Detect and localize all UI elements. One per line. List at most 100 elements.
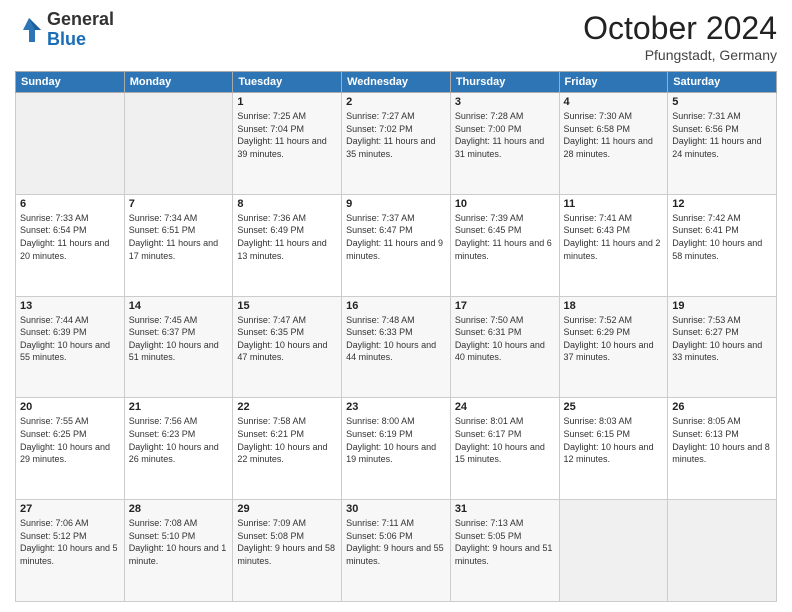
calendar-header-row: Sunday Monday Tuesday Wednesday Thursday… [16, 72, 777, 93]
table-row: 16 Sunrise: 7:48 AM Sunset: 6:33 PM Dayli… [342, 296, 451, 398]
day-number: 20 [20, 401, 120, 413]
day-info: Sunrise: 7:44 AM Sunset: 6:39 PM Dayligh… [20, 314, 120, 364]
day-number: 8 [237, 198, 337, 210]
month-title: October 2024 [583, 10, 777, 47]
day-number: 29 [237, 503, 337, 515]
table-row: 30 Sunrise: 7:11 AM Sunset: 5:06 PM Dayli… [342, 500, 451, 602]
day-info: Sunrise: 7:41 AM Sunset: 6:43 PM Dayligh… [564, 212, 664, 262]
table-row: 31 Sunrise: 7:13 AM Sunset: 5:05 PM Dayli… [450, 500, 559, 602]
table-row: 22 Sunrise: 7:58 AM Sunset: 6:21 PM Dayli… [233, 398, 342, 500]
day-number: 10 [455, 198, 555, 210]
header: General Blue October 2024 Pfungstadt, Ge… [15, 10, 777, 63]
day-info: Sunrise: 7:27 AM Sunset: 7:02 PM Dayligh… [346, 110, 446, 160]
day-info: Sunrise: 7:28 AM Sunset: 7:00 PM Dayligh… [455, 110, 555, 160]
col-monday: Monday [124, 72, 233, 93]
day-number: 26 [672, 401, 772, 413]
day-info: Sunrise: 7:47 AM Sunset: 6:35 PM Dayligh… [237, 314, 337, 364]
day-number: 31 [455, 503, 555, 515]
day-info: Sunrise: 7:06 AM Sunset: 5:12 PM Dayligh… [20, 517, 120, 567]
day-info: Sunrise: 7:09 AM Sunset: 5:08 PM Dayligh… [237, 517, 337, 567]
day-number: 9 [346, 198, 446, 210]
table-row: 24 Sunrise: 8:01 AM Sunset: 6:17 PM Dayli… [450, 398, 559, 500]
day-number: 13 [20, 300, 120, 312]
table-row [16, 93, 125, 195]
day-info: Sunrise: 7:31 AM Sunset: 6:56 PM Dayligh… [672, 110, 772, 160]
day-number: 5 [672, 96, 772, 108]
table-row: 26 Sunrise: 8:05 AM Sunset: 6:13 PM Dayli… [668, 398, 777, 500]
calendar-week-5: 27 Sunrise: 7:06 AM Sunset: 5:12 PM Dayli… [16, 500, 777, 602]
logo-blue-text: Blue [47, 29, 86, 49]
logo-icon [15, 16, 43, 44]
table-row: 8Sunrise: 7:36 AM Sunset: 6:49 PM Daylig… [233, 194, 342, 296]
table-row: 25 Sunrise: 8:03 AM Sunset: 6:15 PM Dayli… [559, 398, 668, 500]
table-row: 17Sunrise: 7:50 AM Sunset: 6:31 PM Dayli… [450, 296, 559, 398]
title-block: October 2024 Pfungstadt, Germany [583, 10, 777, 63]
day-number: 25 [564, 401, 664, 413]
day-number: 1 [237, 96, 337, 108]
day-number: 12 [672, 198, 772, 210]
day-info: Sunrise: 7:45 AM Sunset: 6:37 PM Dayligh… [129, 314, 229, 364]
day-info: Sunrise: 7:30 AM Sunset: 6:58 PM Dayligh… [564, 110, 664, 160]
table-row: 4 Sunrise: 7:30 AM Sunset: 6:58 PM Daylig… [559, 93, 668, 195]
calendar-week-3: 13 Sunrise: 7:44 AM Sunset: 6:39 PM Dayli… [16, 296, 777, 398]
day-number: 18 [564, 300, 664, 312]
day-info: Sunrise: 7:33 AM Sunset: 6:54 PM Dayligh… [20, 212, 120, 262]
table-row: 7Sunrise: 7:34 AM Sunset: 6:51 PM Daylig… [124, 194, 233, 296]
day-number: 3 [455, 96, 555, 108]
table-row: 3 Sunrise: 7:28 AM Sunset: 7:00 PM Daylig… [450, 93, 559, 195]
day-number: 4 [564, 96, 664, 108]
day-info: Sunrise: 7:34 AM Sunset: 6:51 PM Dayligh… [129, 212, 229, 262]
table-row: 5 Sunrise: 7:31 AM Sunset: 6:56 PM Daylig… [668, 93, 777, 195]
table-row: 14Sunrise: 7:45 AM Sunset: 6:37 PM Dayli… [124, 296, 233, 398]
day-number: 22 [237, 401, 337, 413]
table-row: 23 Sunrise: 8:00 AM Sunset: 6:19 PM Dayli… [342, 398, 451, 500]
day-number: 19 [672, 300, 772, 312]
day-info: Sunrise: 7:48 AM Sunset: 6:33 PM Dayligh… [346, 314, 446, 364]
day-info: Sunrise: 8:01 AM Sunset: 6:17 PM Dayligh… [455, 415, 555, 465]
table-row: 13 Sunrise: 7:44 AM Sunset: 6:39 PM Dayli… [16, 296, 125, 398]
day-number: 2 [346, 96, 446, 108]
day-info: Sunrise: 7:39 AM Sunset: 6:45 PM Dayligh… [455, 212, 555, 262]
table-row: 11 Sunrise: 7:41 AM Sunset: 6:43 PM Dayli… [559, 194, 668, 296]
table-row: 10 Sunrise: 7:39 AM Sunset: 6:45 PM Dayli… [450, 194, 559, 296]
table-row [668, 500, 777, 602]
day-info: Sunrise: 7:52 AM Sunset: 6:29 PM Dayligh… [564, 314, 664, 364]
day-number: 16 [346, 300, 446, 312]
table-row: 21 Sunrise: 7:56 AM Sunset: 6:23 PM Dayli… [124, 398, 233, 500]
day-info: Sunrise: 7:11 AM Sunset: 5:06 PM Dayligh… [346, 517, 446, 567]
table-row: 15Sunrise: 7:47 AM Sunset: 6:35 PM Dayli… [233, 296, 342, 398]
table-row: 29 Sunrise: 7:09 AM Sunset: 5:08 PM Dayli… [233, 500, 342, 602]
table-row: 18 Sunrise: 7:52 AM Sunset: 6:29 PM Dayli… [559, 296, 668, 398]
day-number: 6 [20, 198, 120, 210]
day-info: Sunrise: 7:42 AM Sunset: 6:41 PM Dayligh… [672, 212, 772, 262]
day-info: Sunrise: 7:55 AM Sunset: 6:25 PM Dayligh… [20, 415, 120, 465]
day-info: Sunrise: 8:03 AM Sunset: 6:15 PM Dayligh… [564, 415, 664, 465]
table-row [559, 500, 668, 602]
day-info: Sunrise: 7:13 AM Sunset: 5:05 PM Dayligh… [455, 517, 555, 567]
day-number: 23 [346, 401, 446, 413]
day-info: Sunrise: 8:00 AM Sunset: 6:19 PM Dayligh… [346, 415, 446, 465]
table-row: 1 Sunrise: 7:25 AM Sunset: 7:04 PM Daylig… [233, 93, 342, 195]
table-row: 6 Sunrise: 7:33 AM Sunset: 6:54 PM Daylig… [16, 194, 125, 296]
day-info: Sunrise: 7:58 AM Sunset: 6:21 PM Dayligh… [237, 415, 337, 465]
col-wednesday: Wednesday [342, 72, 451, 93]
table-row: 20 Sunrise: 7:55 AM Sunset: 6:25 PM Dayli… [16, 398, 125, 500]
day-info: Sunrise: 7:37 AM Sunset: 6:47 PM Dayligh… [346, 212, 446, 262]
logo: General Blue [15, 10, 114, 50]
table-row: 28Sunrise: 7:08 AM Sunset: 5:10 PM Dayli… [124, 500, 233, 602]
table-row [124, 93, 233, 195]
day-number: 30 [346, 503, 446, 515]
calendar-week-2: 6 Sunrise: 7:33 AM Sunset: 6:54 PM Daylig… [16, 194, 777, 296]
day-number: 24 [455, 401, 555, 413]
table-row: 9 Sunrise: 7:37 AM Sunset: 6:47 PM Daylig… [342, 194, 451, 296]
day-number: 21 [129, 401, 229, 413]
day-info: Sunrise: 7:53 AM Sunset: 6:27 PM Dayligh… [672, 314, 772, 364]
col-thursday: Thursday [450, 72, 559, 93]
day-number: 17 [455, 300, 555, 312]
day-info: Sunrise: 7:56 AM Sunset: 6:23 PM Dayligh… [129, 415, 229, 465]
day-info: Sunrise: 8:05 AM Sunset: 6:13 PM Dayligh… [672, 415, 772, 465]
day-number: 28 [129, 503, 229, 515]
day-number: 11 [564, 198, 664, 210]
day-info: Sunrise: 7:25 AM Sunset: 7:04 PM Dayligh… [237, 110, 337, 160]
day-number: 27 [20, 503, 120, 515]
